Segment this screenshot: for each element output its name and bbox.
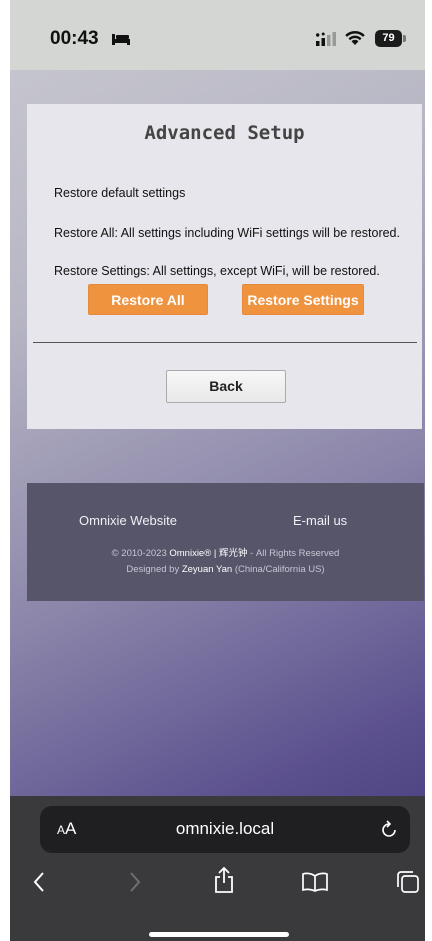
bookmarks-icon[interactable] xyxy=(302,872,328,892)
wifi-icon xyxy=(345,30,365,45)
omnixie-website-link[interactable]: Omnixie Website xyxy=(79,513,177,528)
battery-indicator: 79 xyxy=(375,30,402,47)
restore-defaults-heading: Restore default settings xyxy=(54,186,186,200)
designed-by-label: Designed by xyxy=(126,564,180,575)
tabs-icon[interactable] xyxy=(396,870,420,894)
back-button[interactable]: Back xyxy=(166,370,286,403)
page-title: Advanced Setup xyxy=(144,122,305,144)
rights-reserved: - All Rights Reserved xyxy=(250,548,340,559)
restore-settings-description: Restore Settings: All settings, except W… xyxy=(54,264,380,278)
advanced-setup-card: Advanced Setup Restore default settings … xyxy=(27,104,422,429)
cellular-signal-icon xyxy=(316,32,336,46)
designer-location: (China/California US) xyxy=(234,564,325,575)
divider xyxy=(33,342,417,343)
forward-arrow-icon[interactable] xyxy=(128,870,142,894)
restore-all-button[interactable]: Restore All xyxy=(88,284,208,315)
site-footer: Omnixie Website E-mail us © 2010-2023 Om… xyxy=(27,483,424,601)
status-bar: 00:43 79 xyxy=(10,0,425,70)
battery-tip xyxy=(403,35,406,42)
share-icon[interactable] xyxy=(214,866,234,894)
copyright-line: © 2010-2023 Omnixie® | 辉光钟 - All Rights … xyxy=(27,545,424,559)
sleep-focus-icon xyxy=(112,34,130,45)
copyright-years: © 2010-2023 xyxy=(111,548,167,559)
designer-credit: Designed by Zeyuan Yan (China/California… xyxy=(27,564,424,575)
reload-icon[interactable] xyxy=(380,819,398,839)
url-text[interactable]: omnixie.local xyxy=(40,819,410,839)
address-bar[interactable]: AA omnixie.local xyxy=(40,806,410,853)
phone-screen: 00:43 79 Advanced Setup Restore default … xyxy=(10,0,425,941)
designer-link[interactable]: Zeyuan Yan xyxy=(182,564,232,575)
restore-all-description: Restore All: All settings including WiFi… xyxy=(54,226,400,240)
brand-link[interactable]: Omnixie® | 辉光钟 xyxy=(169,548,247,559)
back-arrow-icon[interactable] xyxy=(32,870,46,894)
restore-settings-button[interactable]: Restore Settings xyxy=(242,284,364,315)
status-time: 00:43 xyxy=(50,28,99,49)
home-indicator xyxy=(149,932,289,937)
email-us-link[interactable]: E-mail us xyxy=(293,513,347,528)
